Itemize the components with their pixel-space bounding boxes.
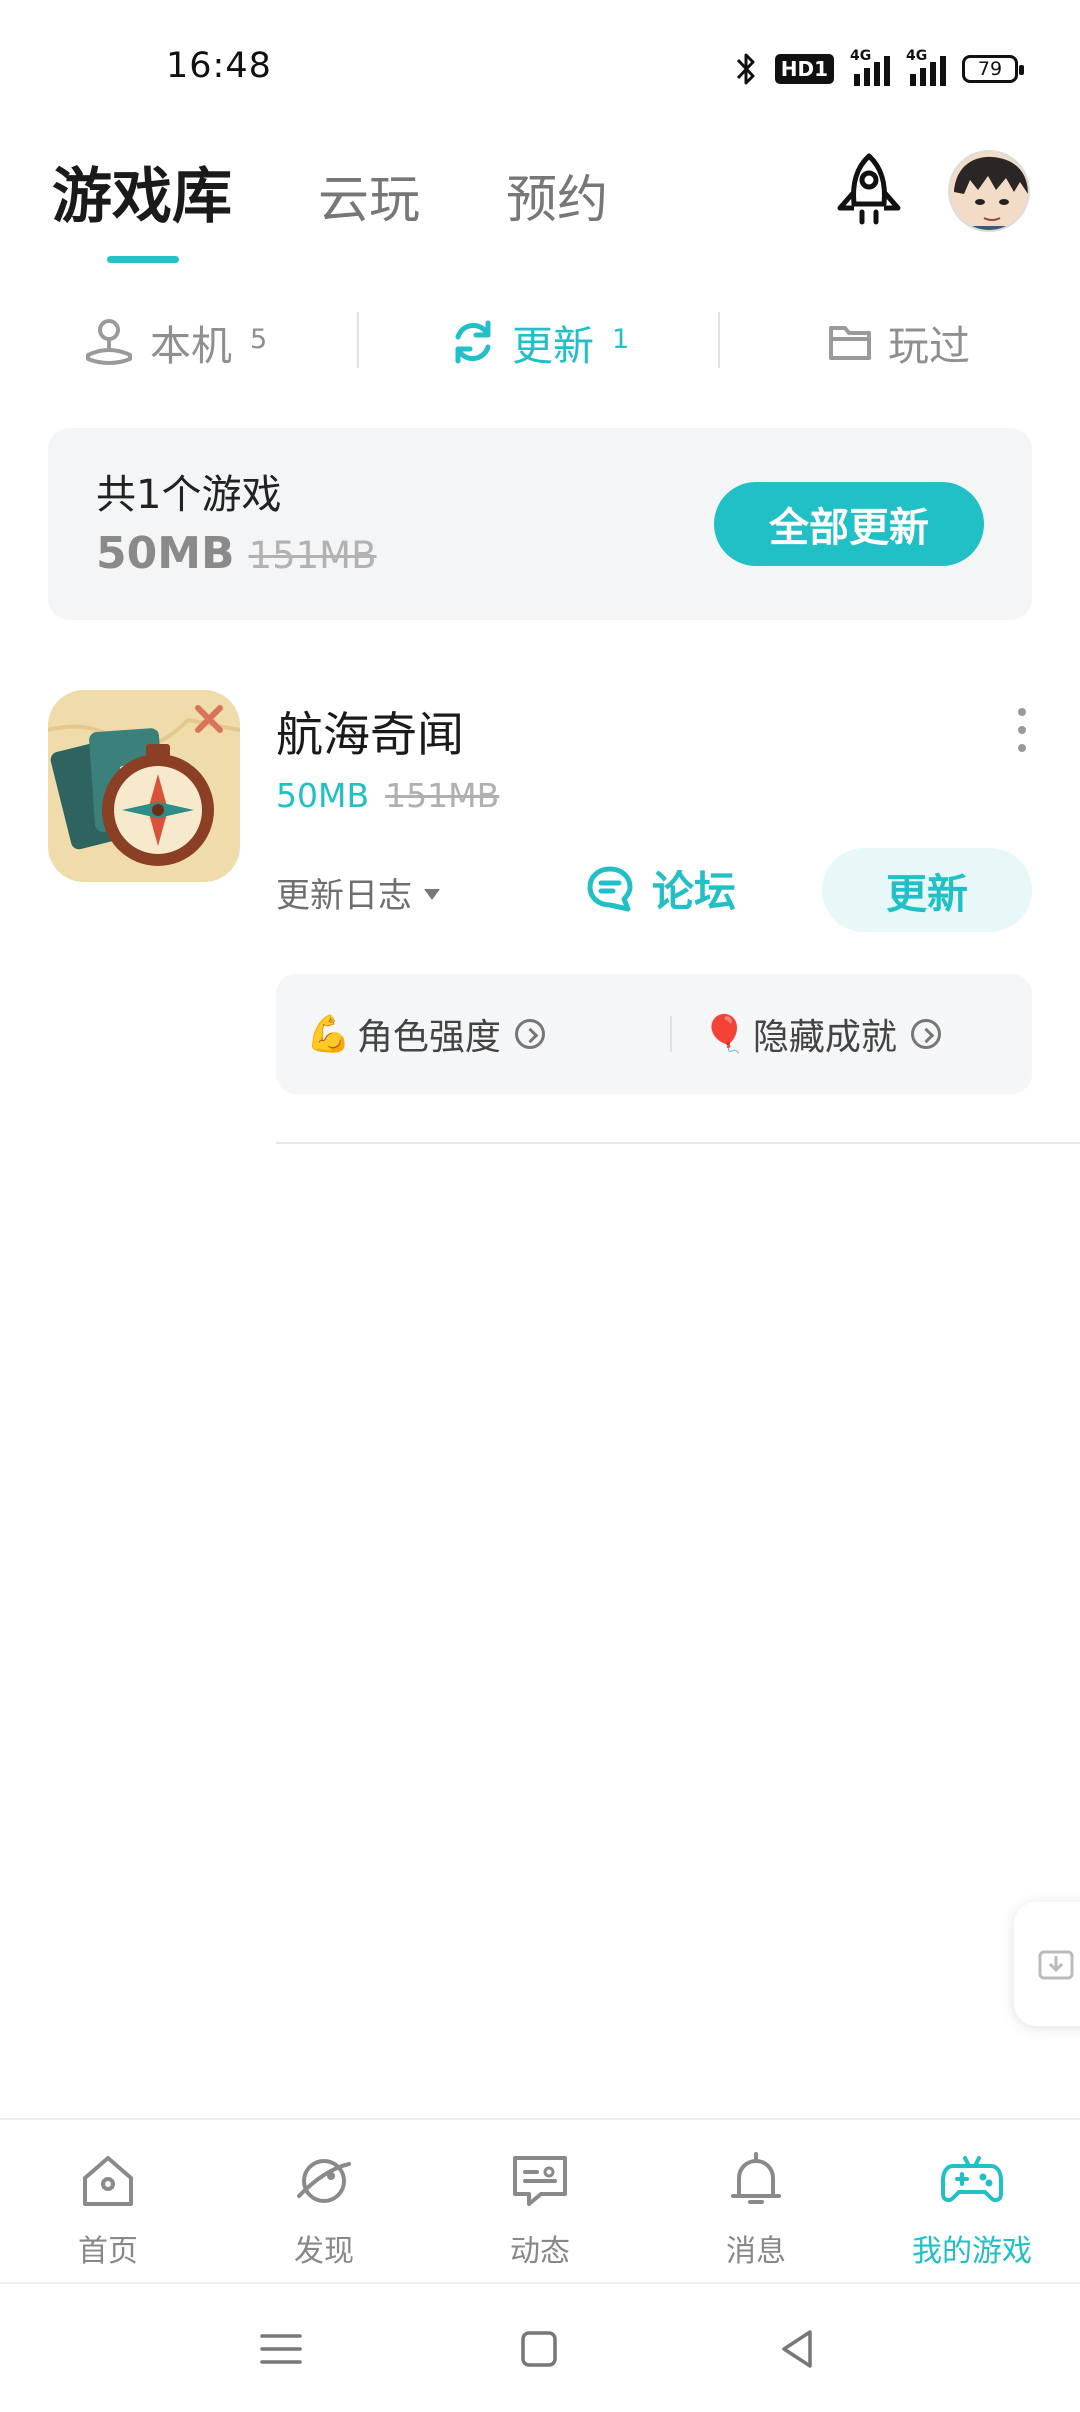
tag-hidden-achievements[interactable]: 🎈 隐藏成就 [702,1008,941,1060]
summary-size: 50MB 151MB [96,528,377,579]
subtab-count: 5 [250,323,268,355]
subtab-played[interactable]: 玩过 [826,300,970,384]
refresh-icon [455,320,491,364]
divider [670,1016,672,1052]
tab-game-library[interactable]: 游戏库 [52,148,232,235]
folder-icon [829,326,871,360]
nav-messages[interactable]: 消息 [648,2148,864,2270]
forum-button[interactable]: 论坛 [584,858,736,919]
menu-icon[interactable] [256,2324,306,2374]
avatar[interactable] [948,150,1030,232]
bluetooth-icon [736,53,755,85]
nav-label: 动态 [510,2234,570,2269]
subtab-label: 本机 [150,322,232,370]
more-options-icon[interactable] [1010,708,1034,752]
nav-label: 首页 [78,2234,138,2269]
tag-label: 隐藏成就 [752,1017,897,1058]
discover-icon [297,2159,351,2203]
subtab-local[interactable]: 本机 5 [82,300,267,384]
bottom-nav: 首页 发现 动态 消息 我的游戏 [0,2118,1080,2282]
battery-icon: 79 [962,55,1024,83]
nav-my-games[interactable]: 我的游戏 [864,2148,1080,2270]
home-square-icon[interactable] [514,2324,564,2374]
nav-label: 我的游戏 [912,2234,1032,2269]
status-time: 16:48 [166,46,272,86]
changelog-label: 更新日志 [276,876,412,916]
signal-icon: 4G [850,48,890,86]
bell-icon [731,2152,781,2204]
subtab-label: 玩过 [888,322,970,370]
download-icon [1038,1950,1074,1980]
rocket-icon[interactable] [832,150,906,230]
game-icon[interactable]: ? [48,690,240,882]
chevron-right-icon [514,1019,545,1049]
chevron-right-icon [910,1019,941,1049]
sub-tabs: 本机 5 更新 1 玩过 [0,300,1080,384]
caret-down-icon [424,889,440,900]
game-size: 50MB 151MB [276,776,499,815]
update-all-button[interactable]: 全部更新 [714,482,984,566]
nav-feed[interactable]: 动态 [432,2148,648,2270]
joystick-icon [86,319,132,365]
status-icons: HD1 4G 4G 79 [733,48,1024,88]
original-size: 151MB [248,534,377,577]
update-button[interactable]: 更新 [822,848,1032,932]
game-tags: 💪 角色强度 🎈 隐藏成就 [276,974,1032,1094]
game-title[interactable]: 航海奇闻 [276,696,464,765]
tab-cloud-play[interactable]: 云玩 [318,158,420,232]
feed-icon [513,2156,567,2206]
subtab-count: 1 [612,323,630,355]
divider [718,312,720,368]
back-icon[interactable] [772,2324,822,2374]
system-nav-bar [0,2282,1080,2412]
balloon-icon: 🎈 [702,1014,747,1055]
tag-label: 角色强度 [356,1017,501,1058]
hd-icon: HD1 [774,54,834,84]
chat-icon [587,866,633,911]
nav-label: 发现 [294,2234,354,2269]
divider [276,1142,1080,1144]
update-summary-card: 共1个游戏 50MB 151MB 全部更新 [48,428,1032,620]
download-size: 50MB [96,528,235,579]
summary-title: 共1个游戏 [96,472,282,518]
subtab-label: 更新 [512,322,594,370]
top-tabs: 游戏库 云玩 预约 [52,148,608,235]
muscle-icon: 💪 [306,1014,351,1055]
original-size: 151MB [385,776,500,815]
signal-icon: 4G [906,48,946,86]
nav-home[interactable]: 首页 [0,2148,216,2270]
tag-character-strength[interactable]: 💪 角色强度 [306,1008,545,1060]
forum-label: 论坛 [652,867,737,916]
floating-download-button[interactable] [1014,1902,1080,2026]
nav-discover[interactable]: 发现 [216,2148,432,2270]
gamepad-icon [941,2156,1003,2203]
status-bar: 16:48 HD1 4G 4G 79 [0,0,1080,140]
changelog-toggle[interactable]: 更新日志 [276,868,440,917]
subtab-updates[interactable]: 更新 1 [448,300,629,384]
tab-indicator [107,256,179,263]
tab-reservations[interactable]: 预约 [506,158,608,232]
home-icon [83,2156,133,2206]
download-size: 50MB [276,776,370,815]
nav-label: 消息 [726,2234,786,2269]
divider [357,312,359,368]
